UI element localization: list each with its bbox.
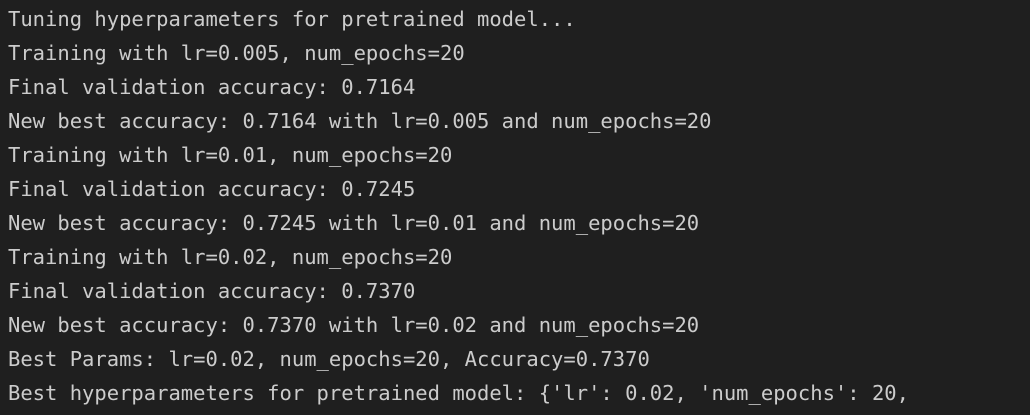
output-line: Best hyperparameters for pretrained mode… (8, 381, 909, 405)
output-line: Tuning hyperparameters for pretrained mo… (8, 7, 576, 31)
output-line: Training with lr=0.01, num_epochs=20 (8, 143, 453, 167)
output-line: New best accuracy: 0.7164 with lr=0.005 … (8, 109, 712, 133)
output-line: Best Params: lr=0.02, num_epochs=20, Acc… (8, 347, 650, 371)
output-line: Final validation accuracy: 0.7164 (8, 75, 416, 99)
output-line: New best accuracy: 0.7370 with lr=0.02 a… (8, 313, 700, 337)
output-line: Training with lr=0.02, num_epochs=20 (8, 245, 453, 269)
output-line: Training with lr=0.005, num_epochs=20 (8, 41, 465, 65)
output-console: Tuning hyperparameters for pretrained mo… (0, 0, 1030, 415)
output-line: Final validation accuracy: 0.7370 (8, 279, 416, 303)
output-line: New best accuracy: 0.7245 with lr=0.01 a… (8, 211, 700, 235)
output-line: Final validation accuracy: 0.7245 (8, 177, 416, 201)
